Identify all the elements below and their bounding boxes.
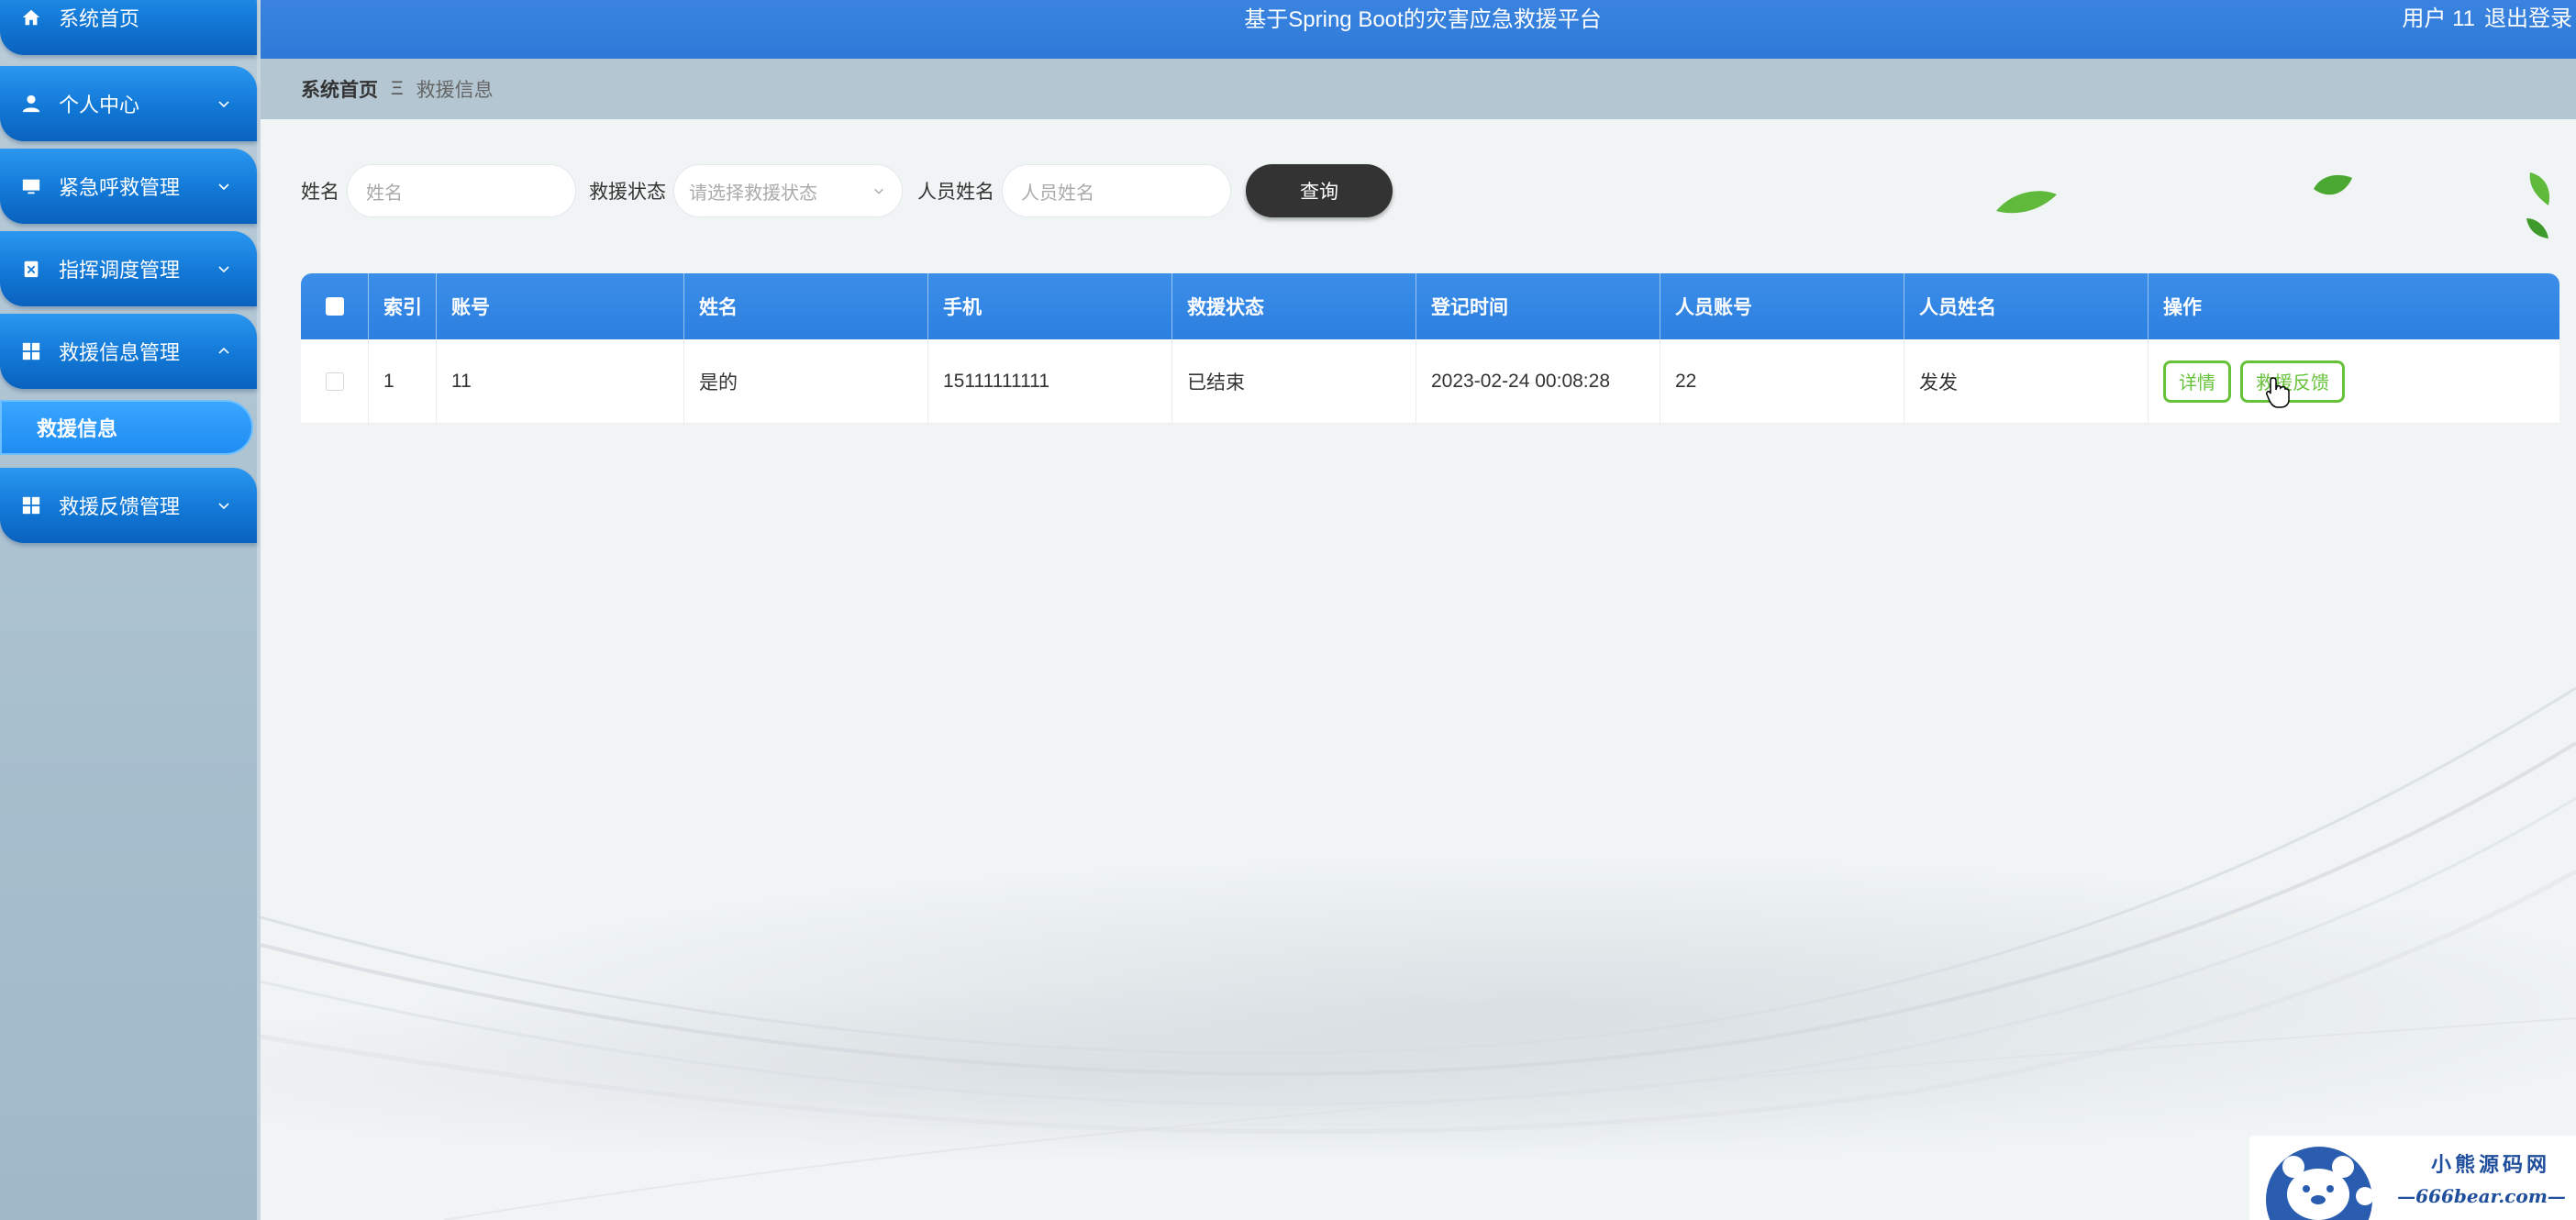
row-checkbox[interactable] bbox=[325, 372, 344, 391]
column-header: 救援状态 bbox=[1172, 273, 1416, 339]
sidebar-item-label: 救援信息管理 bbox=[59, 341, 181, 364]
breadcrumb-separator: Ξ bbox=[391, 78, 404, 99]
sidebar-item-label: 系统首页 bbox=[59, 7, 140, 30]
cell-index: 1 bbox=[369, 339, 437, 423]
sidebar-item-emergency-call[interactable]: 紧急呼救管理 bbox=[0, 149, 257, 224]
sidebar-subitem-label: 救援信息 bbox=[37, 417, 118, 440]
cell-status: 已结束 bbox=[1172, 339, 1416, 423]
home-icon bbox=[20, 6, 42, 28]
top-header: 基于Spring Boot的灾害应急救援平台 用户 11 退出登录 bbox=[261, 0, 2576, 59]
table-header: 索引 账号 姓名 手机 救援状态 登记时间 人员账号 人员姓名 操作 bbox=[301, 273, 2559, 339]
column-header: 操作 bbox=[2163, 297, 2202, 318]
cell-staff-account: 22 bbox=[1660, 339, 1904, 423]
app-title: 基于Spring Boot的灾害应急救援平台 bbox=[1244, 7, 1602, 32]
cell-time: 2023-02-24 00:08:28 bbox=[1416, 339, 1660, 423]
sidebar-item-label: 紧急呼救管理 bbox=[59, 176, 181, 199]
current-user: 用户 11 bbox=[2402, 6, 2475, 31]
status-select[interactable]: 请选择救援状态 bbox=[673, 164, 903, 217]
table-row: 1 11 是的 15111111111 已结束 2023-02-24 00:08… bbox=[301, 339, 2559, 424]
staff-name-placeholder: 人员姓名 bbox=[1021, 183, 1094, 204]
leaf-decoration bbox=[2314, 174, 2352, 195]
hand-cursor-icon bbox=[2266, 377, 2290, 408]
grid-icon bbox=[20, 340, 42, 362]
column-header: 索引 bbox=[369, 273, 437, 339]
grid-icon bbox=[20, 494, 42, 516]
sidebar-item-home[interactable]: 系统首页 bbox=[0, 0, 257, 55]
chevron-up-icon bbox=[218, 347, 229, 354]
name-label: 姓名 bbox=[301, 182, 339, 203]
leaf-decoration bbox=[2529, 172, 2550, 205]
breadcrumb-current: 救援信息 bbox=[416, 80, 494, 101]
leaf-decoration bbox=[2526, 218, 2548, 238]
cell-staff-name: 发发 bbox=[1904, 339, 2149, 423]
row-select-cell bbox=[301, 339, 369, 423]
sidebar-subitem-rescue-info[interactable]: 救援信息 bbox=[0, 400, 253, 455]
column-header: 账号 bbox=[437, 273, 684, 339]
sidebar-item-dispatch[interactable]: 指挥调度管理 bbox=[0, 231, 257, 306]
rescue-info-table: 索引 账号 姓名 手机 救援状态 登记时间 人员账号 人员姓名 操作 1 11 … bbox=[301, 273, 2559, 424]
sidebar-item-label: 指挥调度管理 bbox=[59, 259, 181, 282]
sidebar: 系统首页 个人中心 紧急呼救管理 指挥调度管理 救援信息管理 救援信息 救援反馈… bbox=[0, 0, 261, 1220]
column-header: 人员姓名 bbox=[1904, 273, 2149, 339]
clipboard-icon bbox=[20, 258, 42, 280]
person-icon bbox=[20, 93, 42, 115]
logout-link[interactable]: 退出登录 bbox=[2484, 0, 2572, 39]
watermark-title: 小熊源码网 bbox=[2430, 1153, 2550, 1177]
sidebar-item-rescue-feedback[interactable]: 救援反馈管理 bbox=[0, 468, 257, 543]
main-content: 姓名 姓名 救援状态 请选择救援状态 人员姓名 人员姓名 查询 索引 账号 姓名… bbox=[261, 119, 2576, 1220]
bear-logo-icon bbox=[2266, 1147, 2374, 1220]
chevron-down-icon bbox=[218, 183, 229, 191]
name-search-input[interactable]: 姓名 bbox=[347, 164, 576, 217]
search-bar: 姓名 姓名 救援状态 请选择救援状态 人员姓名 人员姓名 查询 bbox=[301, 163, 1393, 218]
staff-name-label: 人员姓名 bbox=[917, 182, 994, 203]
column-header: 手机 bbox=[928, 273, 1172, 339]
leaf-decoration bbox=[1996, 191, 2057, 214]
select-all-cell bbox=[301, 273, 369, 339]
column-header: 姓名 bbox=[684, 273, 928, 339]
watermark-url: —666bear.com— bbox=[2397, 1185, 2566, 1207]
sidebar-item-rescue-info-management[interactable]: 救援信息管理 bbox=[0, 314, 257, 389]
status-placeholder: 请选择救援状态 bbox=[689, 183, 817, 204]
sidebar-item-label: 救援反馈管理 bbox=[59, 495, 181, 518]
breadcrumb-home[interactable]: 系统首页 bbox=[301, 75, 378, 103]
monitor-icon bbox=[20, 175, 42, 197]
select-all-checkbox[interactable] bbox=[325, 297, 344, 316]
query-button[interactable]: 查询 bbox=[1246, 164, 1393, 217]
column-header: 登记时间 bbox=[1416, 273, 1660, 339]
chevron-down-icon bbox=[874, 188, 883, 194]
chevron-down-icon bbox=[218, 503, 229, 510]
column-header: 人员账号 bbox=[1660, 273, 1904, 339]
cell-phone: 15111111111 bbox=[928, 339, 1172, 423]
rescue-feedback-button[interactable]: 救援反馈 bbox=[2240, 360, 2345, 403]
name-placeholder: 姓名 bbox=[366, 183, 403, 204]
sidebar-item-personal-center[interactable]: 个人中心 bbox=[0, 66, 257, 141]
sidebar-item-label: 个人中心 bbox=[59, 94, 140, 116]
staff-name-search-input[interactable]: 人员姓名 bbox=[1002, 164, 1231, 217]
cell-name: 是的 bbox=[684, 339, 928, 423]
chevron-down-icon bbox=[218, 101, 229, 108]
detail-button[interactable]: 详情 bbox=[2163, 360, 2231, 403]
watermark: 小熊源码网 —666bear.com— bbox=[2249, 1136, 2576, 1220]
status-label: 救援状态 bbox=[589, 182, 666, 203]
breadcrumb: 系统首页 Ξ 救援信息 bbox=[261, 59, 2576, 119]
chevron-down-icon bbox=[218, 266, 229, 273]
cell-actions: 详情 救援反馈 bbox=[2149, 339, 2559, 423]
cell-account: 11 bbox=[437, 339, 684, 423]
